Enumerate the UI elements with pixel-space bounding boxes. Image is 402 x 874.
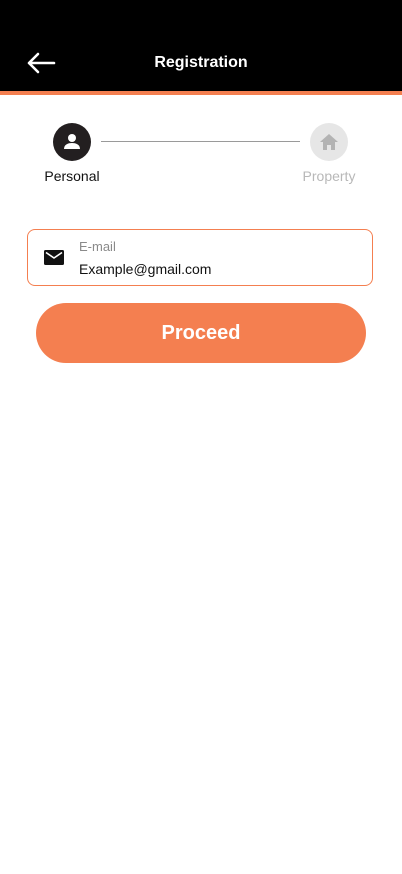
stepper-connector-line [101,141,300,142]
email-field[interactable]: E-mail [27,229,373,286]
step-property [310,123,348,161]
email-input[interactable] [79,260,359,278]
page-title: Registration [154,54,248,71]
mail-icon [44,250,64,265]
step-label-personal: Personal [44,168,100,184]
header-accent-bar [0,91,402,95]
step-label-property: Property [302,168,356,184]
step-personal [53,123,91,161]
email-field-label: E-mail [79,239,116,254]
proceed-button[interactable]: Proceed [36,303,366,363]
app-header: Registration [0,0,402,91]
person-icon [64,134,80,149]
home-icon [320,134,338,150]
